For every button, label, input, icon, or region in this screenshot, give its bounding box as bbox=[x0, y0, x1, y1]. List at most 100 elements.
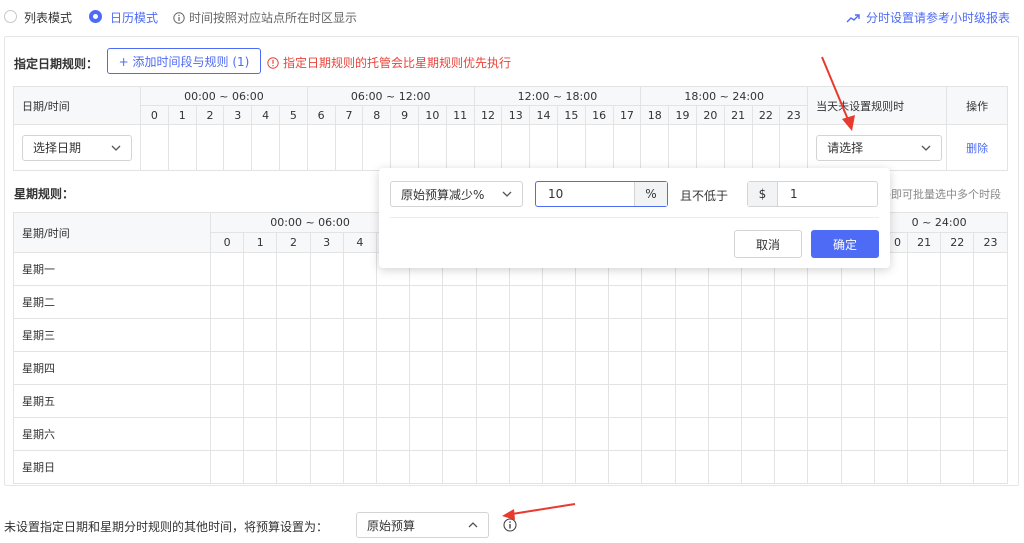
hour-cell[interactable] bbox=[475, 318, 510, 352]
hour-cell[interactable] bbox=[674, 450, 709, 484]
hour-cell[interactable] bbox=[740, 417, 776, 451]
hour-cell[interactable] bbox=[243, 318, 278, 352]
hour-cell[interactable] bbox=[556, 124, 586, 171]
calendar-mode-radio[interactable] bbox=[89, 10, 102, 23]
hour-cell[interactable] bbox=[409, 318, 444, 352]
hour-cell[interactable] bbox=[475, 450, 510, 484]
hour-cell[interactable] bbox=[501, 124, 531, 171]
hour-cell[interactable] bbox=[641, 450, 676, 484]
hour-cell[interactable] bbox=[906, 285, 942, 319]
hour-cell[interactable] bbox=[973, 417, 1008, 451]
hour-cell[interactable] bbox=[873, 285, 909, 319]
hour-cell[interactable] bbox=[409, 384, 444, 418]
hour-cell[interactable] bbox=[276, 384, 311, 418]
hour-cell[interactable] bbox=[668, 124, 697, 171]
hour-cell[interactable] bbox=[475, 285, 510, 319]
hour-cell[interactable] bbox=[906, 318, 942, 352]
hour-cell[interactable] bbox=[641, 417, 676, 451]
hour-cell[interactable] bbox=[608, 417, 643, 451]
hour-cell[interactable] bbox=[541, 285, 577, 319]
hour-cell[interactable] bbox=[973, 450, 1008, 484]
hour-cell[interactable] bbox=[417, 124, 447, 171]
date-select[interactable]: 选择日期 bbox=[22, 134, 132, 161]
hour-cell[interactable] bbox=[575, 417, 610, 451]
hour-cell[interactable] bbox=[276, 450, 311, 484]
hour-cell[interactable] bbox=[608, 450, 643, 484]
hour-cell[interactable] bbox=[751, 124, 781, 171]
hour-cell[interactable] bbox=[807, 285, 842, 319]
hour-cell[interactable] bbox=[209, 450, 245, 484]
cancel-button[interactable]: 取消 bbox=[734, 230, 802, 258]
hour-cell[interactable] bbox=[342, 450, 377, 484]
hour-cell[interactable] bbox=[608, 318, 643, 352]
hour-cell[interactable] bbox=[276, 417, 311, 451]
hour-cell[interactable] bbox=[375, 450, 411, 484]
hour-cell[interactable] bbox=[575, 318, 610, 352]
hour-cell[interactable] bbox=[342, 285, 377, 319]
hour-cell[interactable] bbox=[508, 318, 543, 352]
hour-cell[interactable] bbox=[243, 252, 278, 286]
calendar-mode-label[interactable]: 日历模式 bbox=[110, 9, 158, 26]
hour-cell[interactable] bbox=[807, 318, 842, 352]
hour-cell[interactable] bbox=[608, 285, 643, 319]
hour-cell[interactable] bbox=[309, 351, 344, 385]
hour-cell[interactable] bbox=[906, 252, 942, 286]
hour-cell[interactable] bbox=[641, 351, 676, 385]
hour-cell[interactable] bbox=[475, 417, 510, 451]
hour-cell[interactable] bbox=[309, 318, 344, 352]
hour-cell[interactable] bbox=[276, 285, 311, 319]
hour-cell[interactable] bbox=[723, 124, 753, 171]
hour-cell[interactable] bbox=[334, 124, 364, 171]
hour-cell[interactable] bbox=[575, 351, 610, 385]
hour-cell[interactable] bbox=[774, 450, 809, 484]
hour-cell[interactable] bbox=[707, 351, 743, 385]
hour-cell[interactable] bbox=[342, 351, 377, 385]
hour-cell[interactable] bbox=[906, 351, 942, 385]
hour-cell[interactable] bbox=[409, 285, 444, 319]
hourly-report-link[interactable]: 分时设置请参考小时级报表 bbox=[846, 9, 1010, 26]
hour-cell[interactable] bbox=[774, 351, 809, 385]
hour-cell[interactable] bbox=[167, 124, 197, 171]
hour-cell[interactable] bbox=[375, 417, 411, 451]
hour-cell[interactable] bbox=[209, 417, 245, 451]
hour-cell[interactable] bbox=[940, 417, 975, 451]
min-budget-input[interactable] bbox=[778, 182, 876, 206]
hour-cell[interactable] bbox=[309, 417, 344, 451]
list-mode-radio[interactable] bbox=[4, 10, 17, 23]
hour-cell[interactable] bbox=[973, 285, 1008, 319]
hour-cell[interactable] bbox=[740, 318, 776, 352]
hour-cell[interactable] bbox=[707, 450, 743, 484]
hour-cell[interactable] bbox=[309, 450, 344, 484]
hour-cell[interactable] bbox=[779, 124, 809, 171]
hour-cell[interactable] bbox=[209, 384, 245, 418]
hour-cell[interactable] bbox=[442, 384, 477, 418]
hour-cell[interactable] bbox=[475, 384, 510, 418]
unset-rule-select[interactable]: 请选择 bbox=[816, 134, 943, 161]
hour-cell[interactable] bbox=[375, 285, 411, 319]
hour-cell[interactable] bbox=[223, 124, 253, 171]
hour-cell[interactable] bbox=[873, 351, 909, 385]
hour-cell[interactable] bbox=[674, 384, 709, 418]
hour-cell[interactable] bbox=[774, 417, 809, 451]
hour-cell[interactable] bbox=[940, 252, 975, 286]
hour-cell[interactable] bbox=[195, 124, 225, 171]
hour-cell[interactable] bbox=[508, 351, 543, 385]
hour-cell[interactable] bbox=[807, 450, 842, 484]
hour-cell[interactable] bbox=[873, 318, 909, 352]
hour-cell[interactable] bbox=[541, 384, 577, 418]
hour-cell[interactable] bbox=[695, 124, 725, 171]
hour-cell[interactable] bbox=[641, 318, 676, 352]
hour-cell[interactable] bbox=[840, 417, 875, 451]
hour-cell[interactable] bbox=[940, 384, 975, 418]
hour-cell[interactable] bbox=[873, 417, 909, 451]
hour-cell[interactable] bbox=[641, 384, 676, 418]
hour-cell[interactable] bbox=[740, 351, 776, 385]
hour-cell[interactable] bbox=[973, 384, 1008, 418]
hour-cell[interactable] bbox=[608, 384, 643, 418]
hour-cell[interactable] bbox=[278, 124, 308, 171]
add-time-rule-button[interactable]: + 添加时间段与规则 (1) bbox=[107, 48, 261, 74]
hour-cell[interactable] bbox=[409, 450, 444, 484]
hour-cell[interactable] bbox=[906, 384, 942, 418]
hour-cell[interactable] bbox=[541, 450, 577, 484]
hour-cell[interactable] bbox=[940, 285, 975, 319]
